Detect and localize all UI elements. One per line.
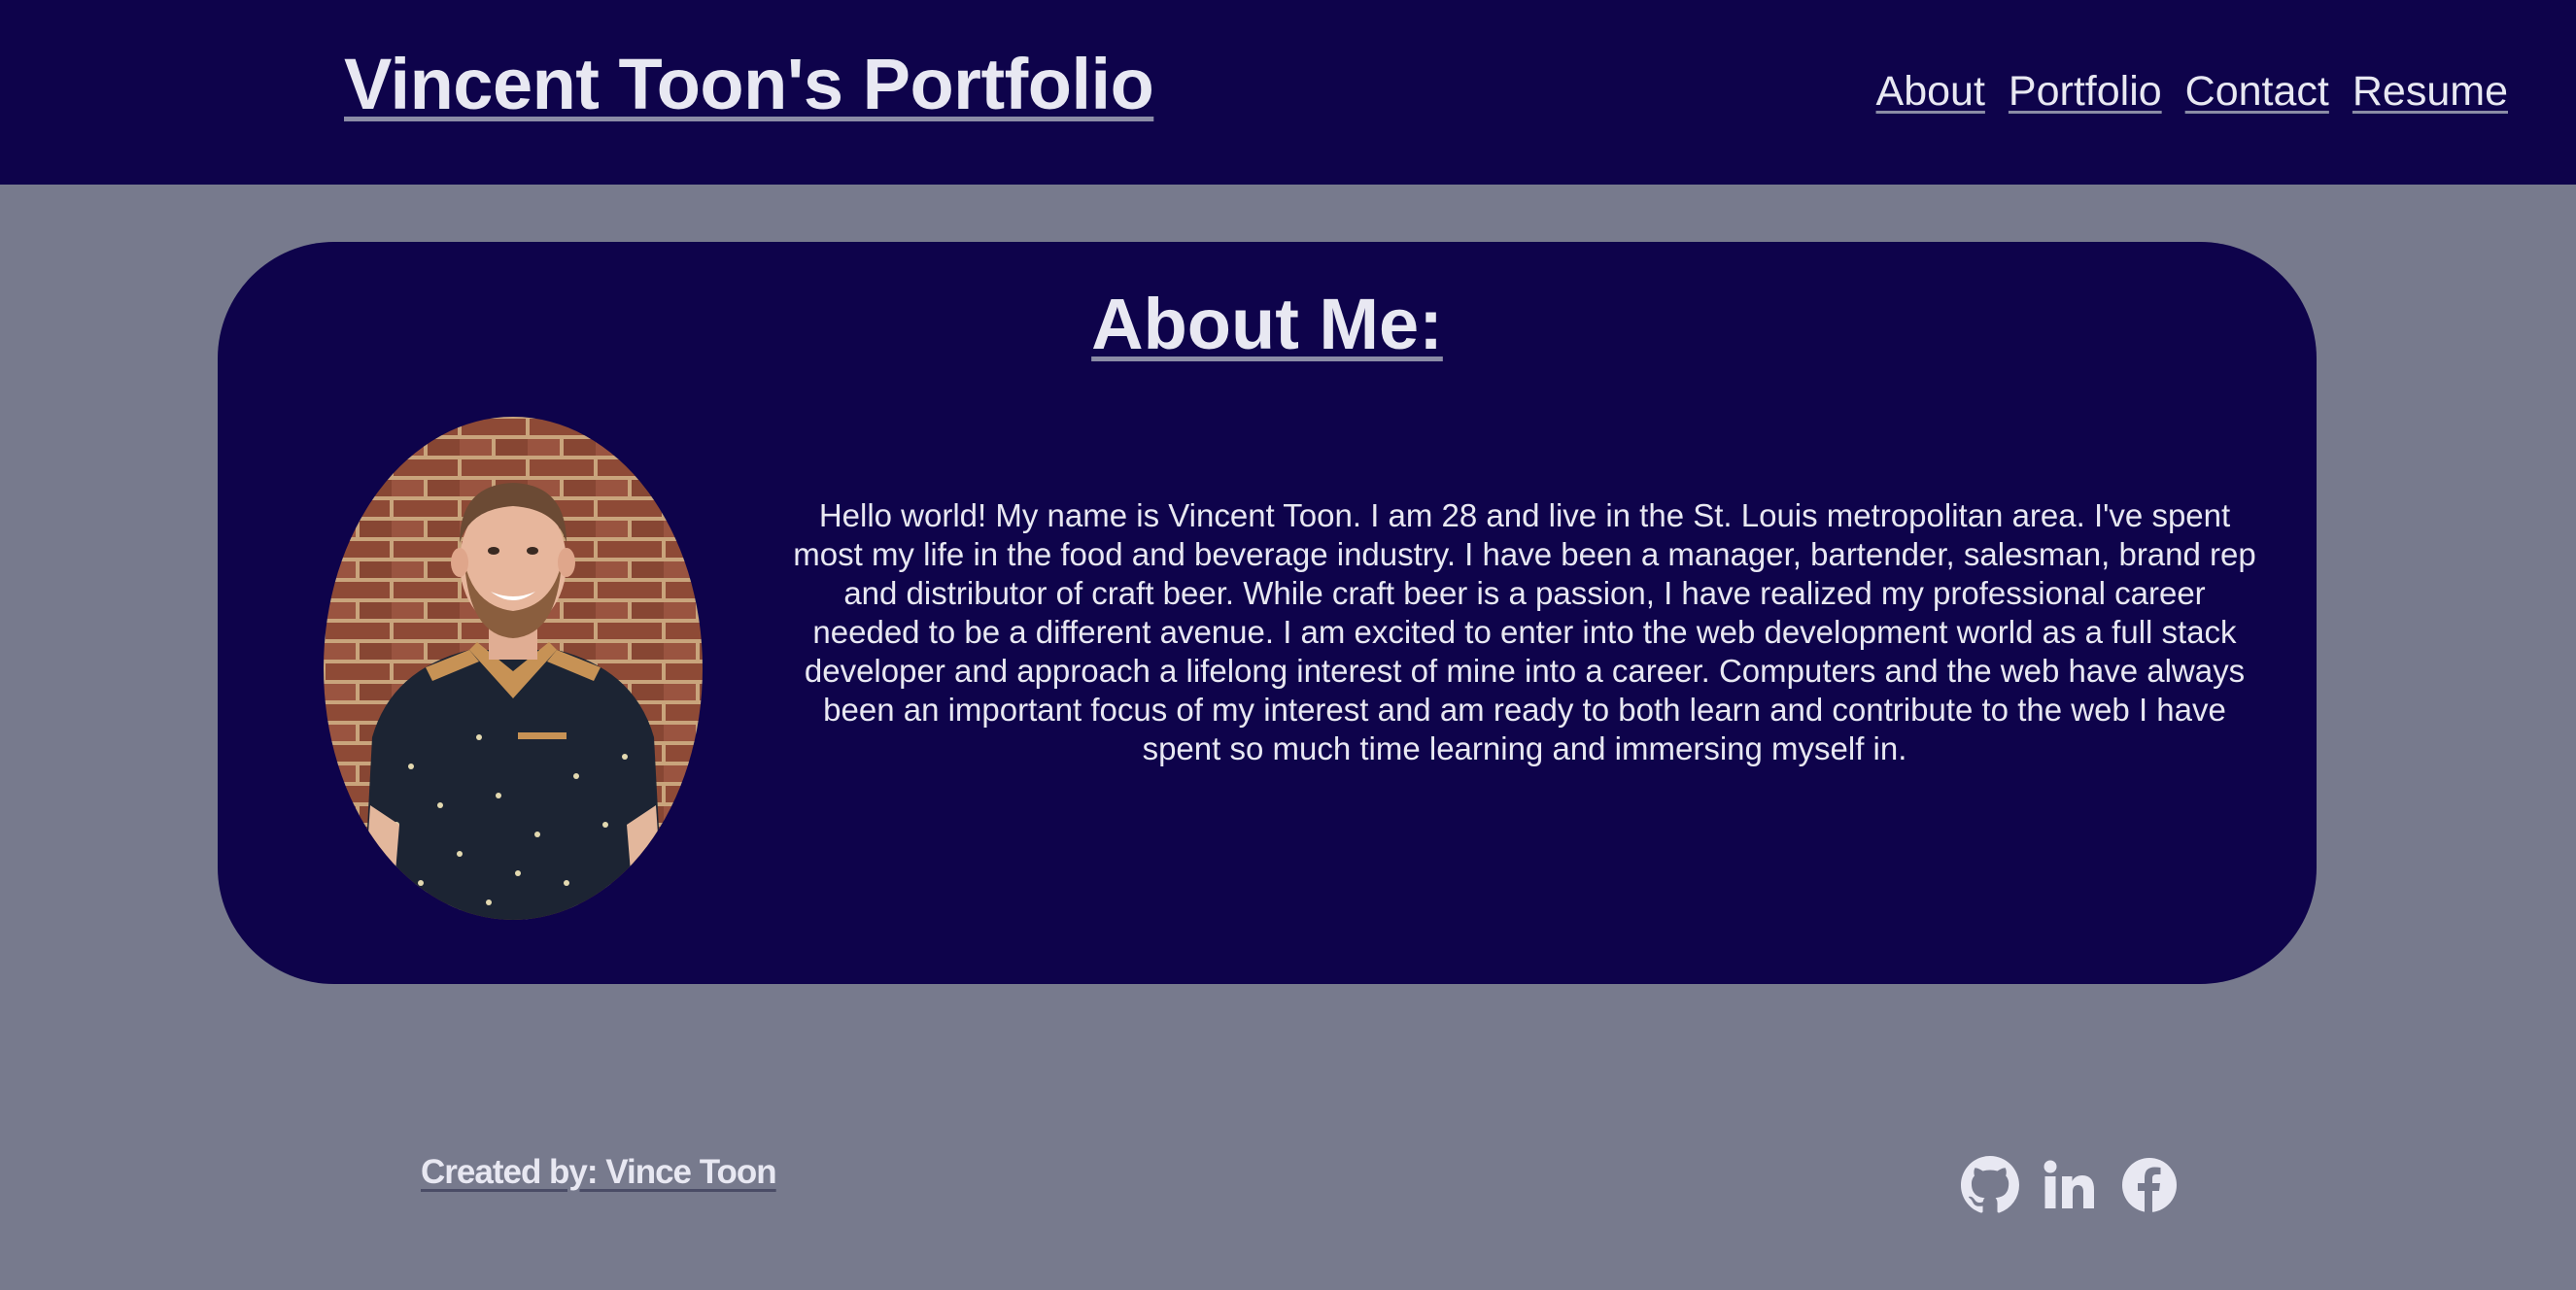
about-heading-text: About Me:: [1091, 284, 1443, 364]
social-links: [1961, 1156, 2179, 1214]
about-bio: Hello world! My name is Vincent Toon. I …: [793, 497, 2256, 766]
nav-link-about[interactable]: About: [1876, 68, 1985, 116]
nav-link-resume[interactable]: Resume: [2353, 68, 2508, 116]
github-icon[interactable]: [1961, 1156, 2019, 1214]
nav-link-contact[interactable]: Contact: [2185, 68, 2329, 116]
profile-photo: [324, 417, 703, 920]
about-section: About Me: Hello world! My name is Vincen…: [218, 242, 2317, 984]
main-nav: About Portfolio Contact Resume: [1876, 68, 2508, 116]
linkedin-icon[interactable]: [2041, 1156, 2099, 1214]
facebook-icon[interactable]: [2120, 1156, 2179, 1214]
about-heading: About Me:: [218, 283, 2317, 365]
footer-credit-link[interactable]: Created by: Vince Toon: [421, 1153, 777, 1192]
site-header: Vincent Toon's Portfolio About Portfolio…: [0, 0, 2576, 185]
site-title-link[interactable]: Vincent Toon's Portfolio: [344, 43, 1154, 125]
nav-link-portfolio[interactable]: Portfolio: [2009, 68, 2162, 116]
